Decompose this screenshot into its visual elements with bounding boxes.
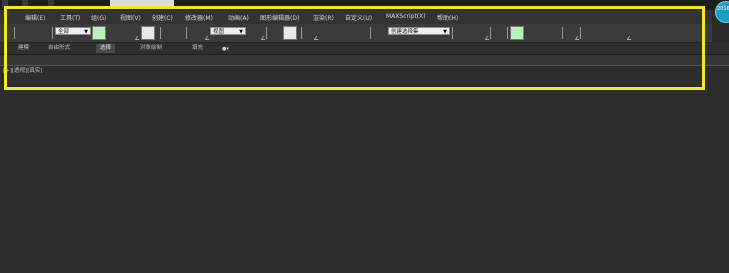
app-badge-label: 2016 (717, 6, 729, 12)
app-logo-icon (715, 1, 729, 23)
highlight-box (4, 6, 705, 90)
app-badge[interactable]: 2016 (713, 0, 729, 23)
perspective-viewport[interactable] (0, 66, 729, 273)
